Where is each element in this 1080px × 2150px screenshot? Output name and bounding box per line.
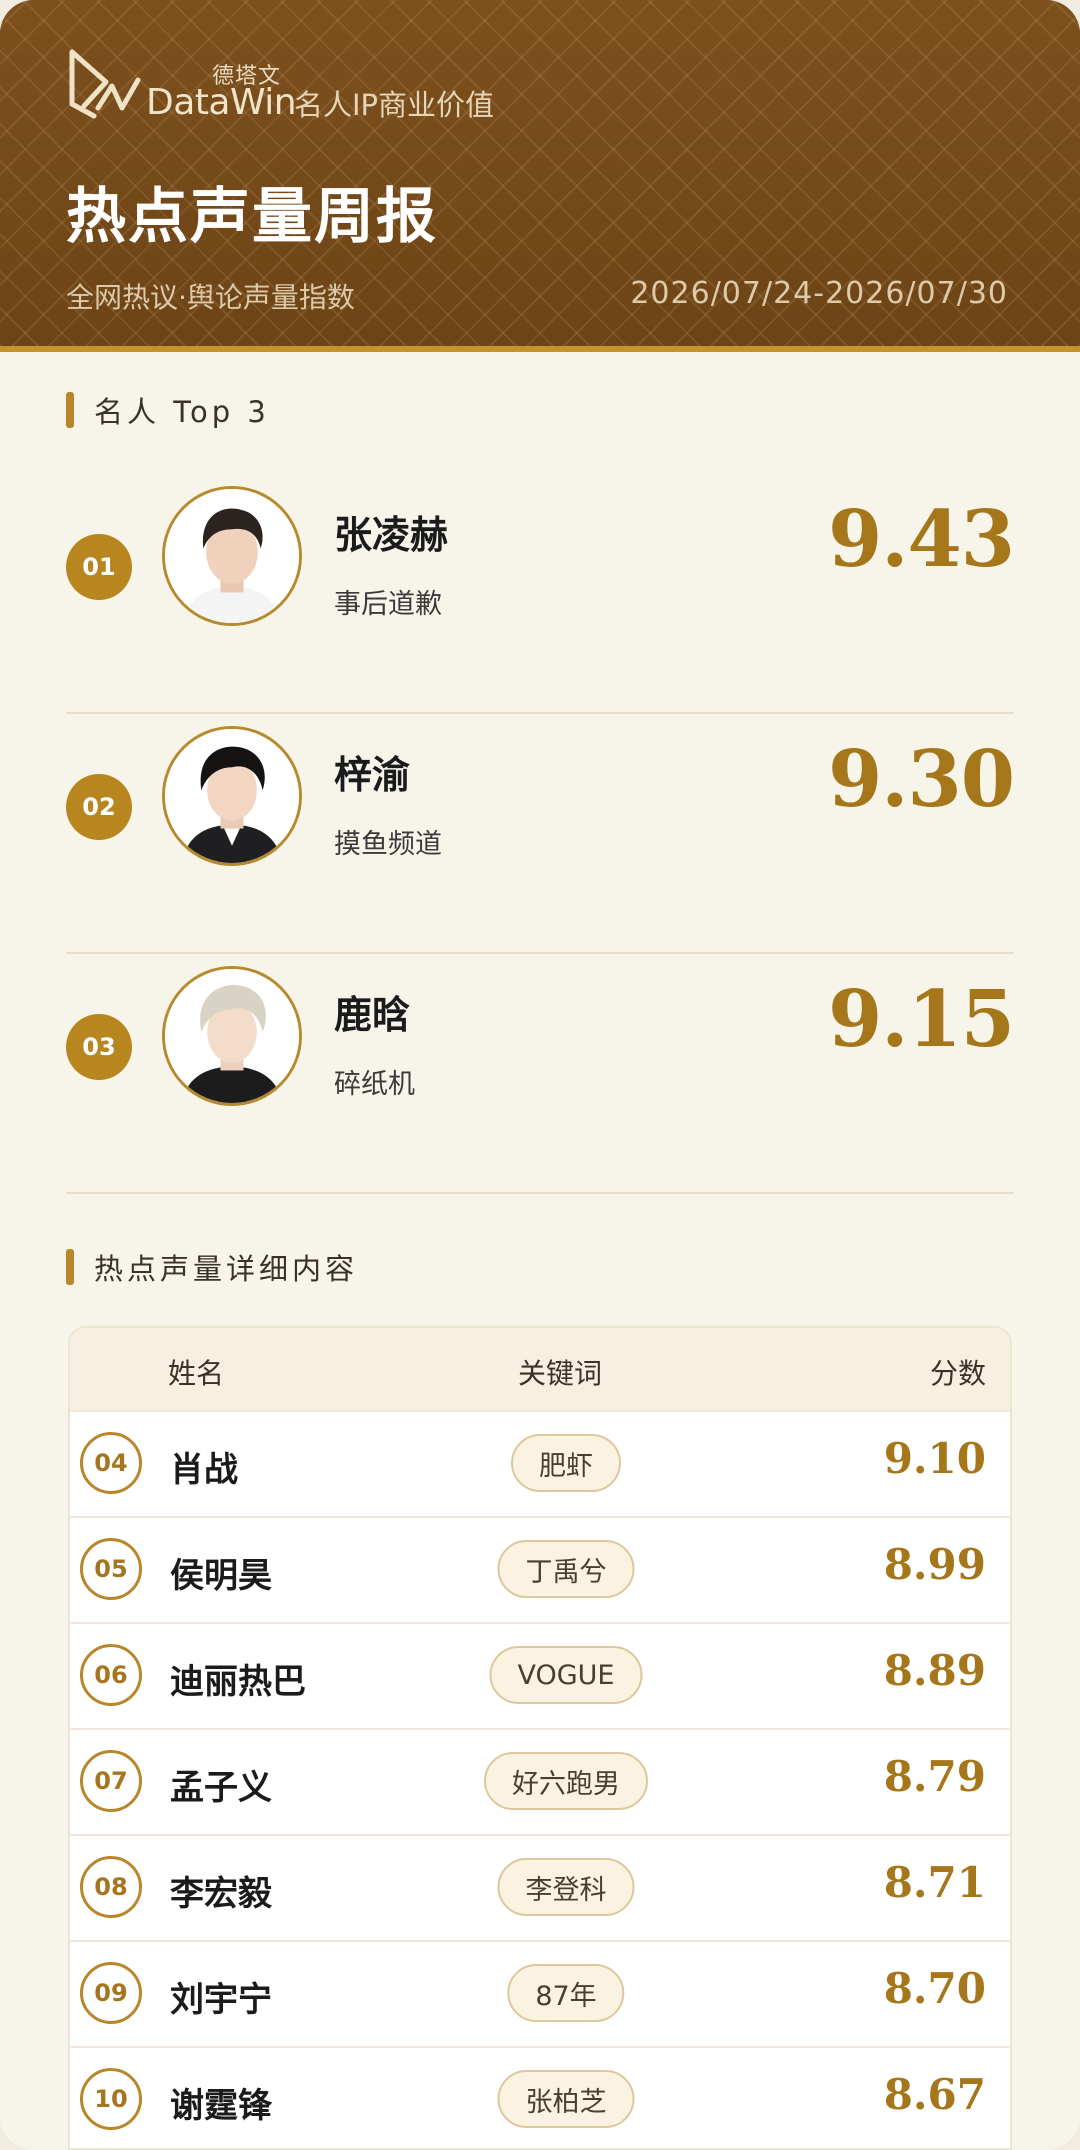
top-item-3[interactable]: 03 鹿晗 碎纸机 9.15 (66, 966, 1015, 1206)
table-row[interactable]: 10 谢霆锋 张柏芝 8.67 (70, 2046, 1010, 2148)
score: 8.71 (883, 1858, 986, 1907)
datawin-logo-icon (69, 49, 141, 119)
table-row[interactable]: 08 李宏毅 李登科 8.71 (70, 1834, 1010, 1940)
hot-topic: 摸鱼频道 (334, 829, 442, 860)
ranking-table: 姓名 关键词 分数 04 肖战 肥虾 9.10 05 侯明昊 丁禹兮 8.99 … (68, 1326, 1012, 2150)
score: 8.70 (883, 1964, 986, 2013)
top3-heading-label: 名人 Top 3 (94, 395, 270, 429)
rank-badge: 01 (66, 534, 132, 600)
rank-badge: 09 (80, 1962, 142, 2024)
score: 9.10 (883, 1434, 986, 1483)
table-row[interactable]: 04 肖战 肥虾 9.10 (70, 1410, 1010, 1516)
celebrity-name: 迪丽热巴 (170, 1662, 306, 1702)
table-header: 姓名 关键词 分数 (70, 1328, 1010, 1410)
score: 9.43 (828, 494, 1015, 585)
avatar-portrait-icon (165, 969, 299, 1103)
top3-section-heading: 名人 Top 3 (66, 391, 270, 429)
table-row[interactable]: 06 迪丽热巴 VOGUE 8.89 (70, 1622, 1010, 1728)
avatar (162, 486, 302, 626)
page-title: 热点声量周报 (66, 182, 438, 252)
divider (66, 712, 1014, 714)
report-card: 德塔文 DataWin 名人IP商业价值 热点声量周报 全网热议·舆论声量指数 … (0, 0, 1080, 2150)
table-row[interactable]: 07 孟子义 好六跑男 8.79 (70, 1728, 1010, 1834)
details-heading-label: 热点声量详细内容 (94, 1252, 359, 1286)
keyword-pill: 好六跑男 (484, 1752, 648, 1810)
top-item-2[interactable]: 02 梓渝 摸鱼频道 9.30 (66, 726, 1015, 966)
column-header-name: 姓名 (168, 1357, 225, 1390)
rank-badge: 02 (66, 774, 132, 840)
celebrity-name: 孟子义 (170, 1768, 272, 1808)
rank-badge: 06 (80, 1644, 142, 1706)
keyword-pill: 肥虾 (511, 1434, 621, 1492)
avatar-portrait-icon (165, 489, 299, 623)
page-subtitle: 全网热议·舆论声量指数 (66, 281, 355, 314)
celebrity-name: 谢霆锋 (170, 2086, 272, 2126)
avatar (162, 726, 302, 866)
celebrity-name: 刘宇宁 (170, 1980, 272, 2020)
celebrity-name: 李宏毅 (170, 1874, 272, 1914)
celebrity-name: 张凌赫 (334, 513, 449, 557)
section-accent-bar (66, 392, 74, 428)
column-header-keyword: 关键词 (518, 1357, 603, 1390)
table-row[interactable]: 05 侯明昊 丁禹兮 8.99 (70, 1516, 1010, 1622)
column-header-score: 分数 (929, 1357, 986, 1390)
celebrity-name: 肖战 (170, 1450, 238, 1490)
rank-badge: 07 (80, 1750, 142, 1812)
score: 8.67 (883, 2070, 986, 2119)
section-accent-bar (66, 1249, 74, 1285)
brand-tagline: 名人IP商业价值 (294, 88, 495, 122)
avatar-portrait-icon (165, 729, 299, 863)
details-section-heading: 热点声量详细内容 (66, 1248, 358, 1286)
keyword-pill: VOGUE (489, 1646, 643, 1704)
rank-badge: 04 (80, 1432, 142, 1494)
brand-english-name: DataWin (146, 82, 297, 123)
score: 8.89 (883, 1646, 986, 1695)
divider (66, 1192, 1014, 1194)
top-item-1[interactable]: 01 张凌赫 事后道歉 9.43 (66, 486, 1015, 726)
keyword-pill: 87年 (507, 1964, 625, 2022)
rank-badge: 03 (66, 1014, 132, 1080)
score: 8.79 (883, 1752, 986, 1801)
divider (66, 952, 1014, 954)
celebrity-name: 梓渝 (334, 753, 411, 797)
table-row[interactable]: 09 刘宇宁 87年 8.70 (70, 1940, 1010, 2046)
keyword-pill: 丁禹兮 (497, 1540, 635, 1598)
celebrity-name: 侯明昊 (170, 1556, 272, 1596)
avatar (162, 966, 302, 1106)
keyword-pill: 张柏芝 (497, 2070, 635, 2128)
score: 9.30 (828, 734, 1015, 825)
score: 8.99 (883, 1540, 986, 1589)
rank-badge: 10 (80, 2068, 142, 2130)
hot-topic: 事后道歉 (334, 589, 442, 620)
report-header: 德塔文 DataWin 名人IP商业价值 热点声量周报 全网热议·舆论声量指数 … (0, 0, 1080, 352)
hot-topic: 碎纸机 (334, 1069, 415, 1100)
date-range: 2026/07/24-2026/07/30 (630, 276, 1008, 311)
score: 9.15 (828, 974, 1015, 1065)
rank-badge: 05 (80, 1538, 142, 1600)
keyword-pill: 李登科 (497, 1858, 635, 1916)
rank-badge: 08 (80, 1856, 142, 1918)
celebrity-name: 鹿晗 (334, 993, 411, 1037)
